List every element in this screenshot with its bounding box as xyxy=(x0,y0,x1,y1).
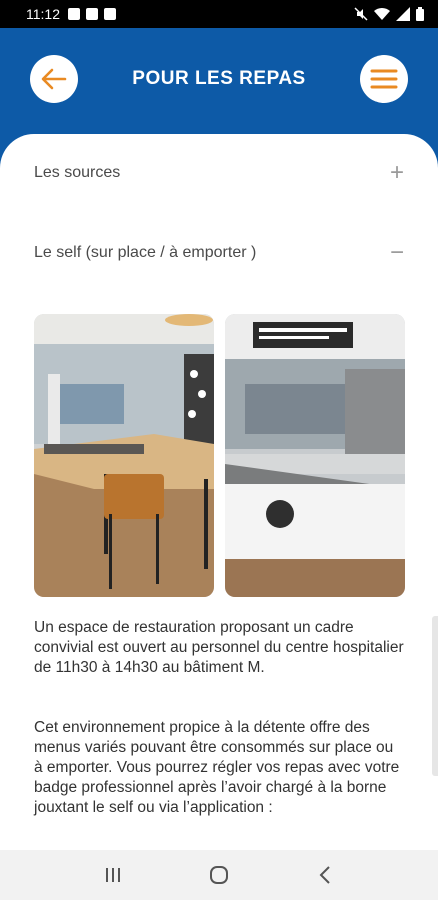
content-panel: Les sources + Le self (sur place / à emp… xyxy=(0,134,438,850)
battery-icon xyxy=(416,7,424,21)
hamburger-icon xyxy=(370,69,398,89)
system-navbar xyxy=(0,850,438,900)
accordion-sources-label: Les sources xyxy=(34,164,121,181)
menu-button[interactable] xyxy=(360,55,408,103)
expand-plus-icon[interactable]: + xyxy=(390,161,404,185)
recent-apps-icon xyxy=(106,868,120,882)
mute-icon xyxy=(354,7,368,21)
image-icon xyxy=(86,8,98,20)
status-bar: 11:12 xyxy=(0,0,438,28)
back-nav-button[interactable] xyxy=(305,860,345,890)
app-header: POUR LES REPAS xyxy=(0,28,438,138)
recent-apps-button[interactable] xyxy=(93,860,133,890)
home-button[interactable] xyxy=(199,860,239,890)
notification-icon xyxy=(68,8,80,20)
self-service-counter-photo xyxy=(225,314,405,597)
status-left-icons xyxy=(68,8,116,20)
accordion-self-label: Le self (sur place / à emporter ) xyxy=(34,244,257,261)
photo-gallery xyxy=(34,314,405,597)
collapse-minus-icon[interactable]: − xyxy=(390,241,404,265)
description-paragraph-2: Cet environnement propice à la détente o… xyxy=(34,719,400,816)
back-icon xyxy=(319,866,330,884)
description-paragraph-1: Un espace de restauration proposant un c… xyxy=(34,619,404,676)
accordion-self[interactable]: Le self (sur place / à emporter ) − xyxy=(34,238,404,268)
cafeteria-seating-photo xyxy=(34,314,214,597)
status-right-icons xyxy=(354,7,424,21)
status-time: 11:12 xyxy=(26,6,60,22)
app-icon xyxy=(104,8,116,20)
accordion-sources[interactable]: Les sources + xyxy=(34,158,404,188)
scroll-handle[interactable] xyxy=(432,616,438,776)
home-icon xyxy=(210,866,228,884)
signal-icon xyxy=(396,7,410,21)
wifi-icon xyxy=(374,7,390,21)
